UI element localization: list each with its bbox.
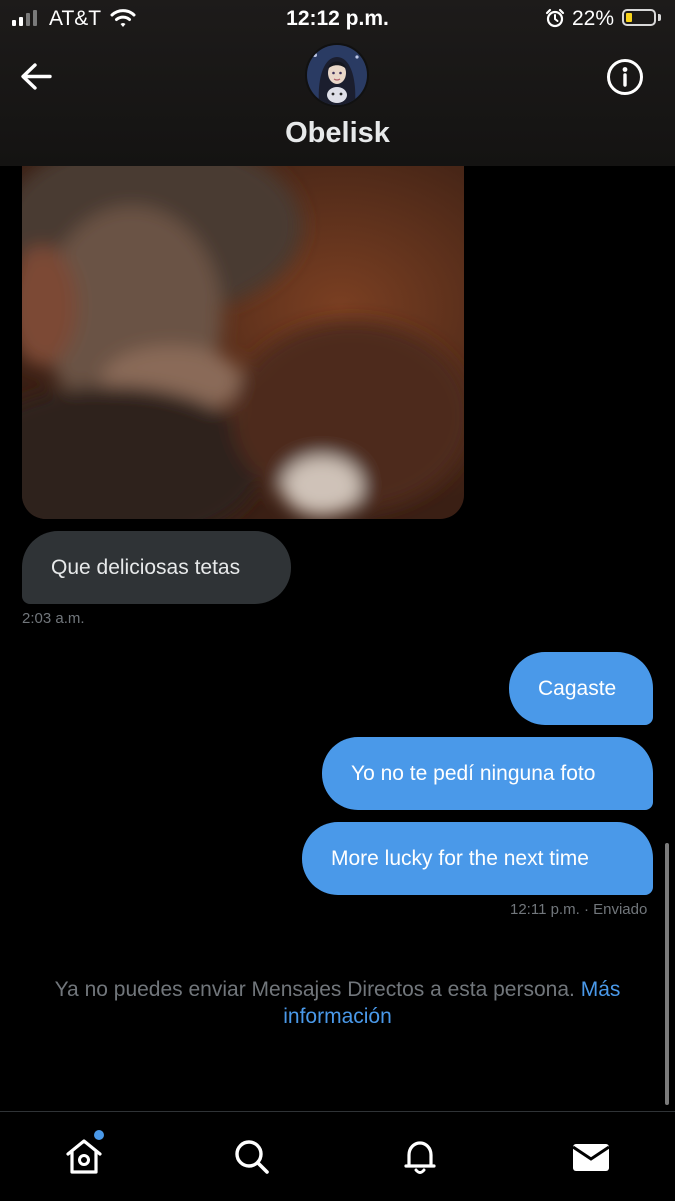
tab-home[interactable] — [0, 1112, 168, 1201]
tab-search[interactable] — [168, 1112, 336, 1201]
bottom-tab-bar — [0, 1111, 675, 1201]
search-icon — [235, 1139, 269, 1174]
contact-name: Obelisk — [285, 117, 390, 149]
alarm-clock-icon — [545, 8, 565, 28]
scrollbar[interactable] — [665, 843, 669, 1105]
conversation-info-button[interactable] — [604, 56, 646, 98]
message-text: Que deliciosas tetas — [51, 556, 241, 579]
message-text: More lucky for the next time — [331, 847, 589, 870]
battery-icon — [622, 9, 656, 26]
received-message-timestamp: 2:03 a.m. — [22, 610, 85, 627]
sent-message-bubble[interactable]: Cagaste — [509, 652, 653, 725]
message-text: Yo no te pedí ninguna foto — [351, 762, 596, 785]
message-text: Cagaste — [538, 677, 617, 700]
arrow-left-icon — [21, 63, 52, 90]
battery-level-fill — [626, 13, 632, 22]
tab-messages[interactable] — [507, 1112, 675, 1201]
sent-message-bubble[interactable]: Yo no te pedí ninguna foto — [322, 737, 653, 810]
notice-text: Ya no puedes enviar Mensajes Directos a … — [54, 978, 575, 1001]
received-media-photo[interactable] — [22, 166, 464, 519]
contact-avatar[interactable] — [305, 43, 369, 107]
sent-message-timestamp: 12:11 p.m. — [510, 901, 580, 918]
battery-terminal — [658, 14, 661, 21]
received-message-bubble[interactable]: Que deliciosas tetas — [22, 531, 291, 604]
mail-icon — [572, 1143, 610, 1171]
battery-percent: 22% — [572, 7, 615, 30]
info-icon — [607, 59, 643, 95]
notification-dot — [94, 1130, 104, 1140]
sent-message-status: · Enviado — [583, 901, 648, 918]
dm-restriction-notice: Ya no puedes enviar Mensajes Directos a … — [20, 976, 655, 1030]
back-button[interactable] — [14, 54, 60, 100]
conversation-header: AT&T 12:12 p.m. 22% Obelisk — [0, 0, 675, 166]
sent-message-meta: 12:11 p.m. · Enviado — [510, 901, 647, 918]
sent-message-bubble[interactable]: More lucky for the next time — [302, 822, 653, 895]
home-icon — [66, 1138, 102, 1174]
bell-icon — [404, 1140, 436, 1174]
tab-notifications[interactable] — [336, 1112, 504, 1201]
